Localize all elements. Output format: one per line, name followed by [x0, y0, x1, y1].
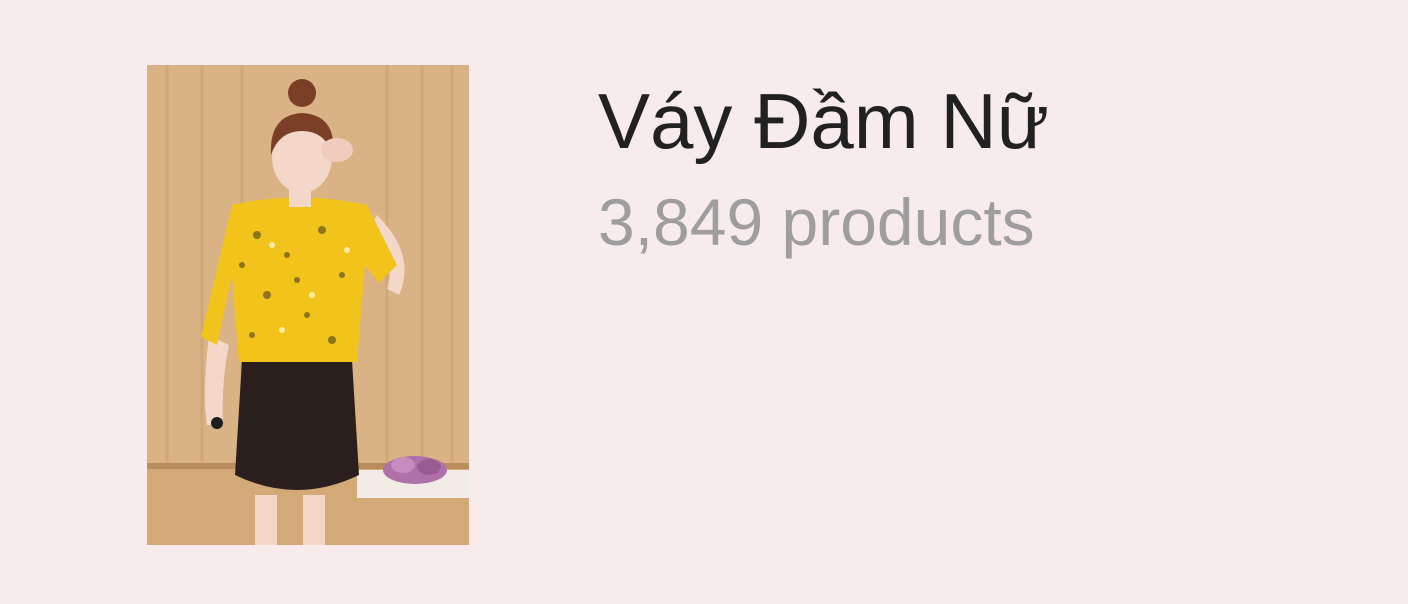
- product-count: 3,849 products: [598, 184, 1049, 260]
- category-photo-icon: [147, 65, 469, 545]
- category-title[interactable]: Váy Đầm Nữ: [598, 76, 1049, 166]
- product-count-unit: products: [781, 185, 1035, 259]
- category-card[interactable]: Váy Đầm Nữ 3,849 products: [0, 0, 1408, 604]
- category-info: Váy Đầm Nữ 3,849 products: [598, 76, 1049, 260]
- category-thumbnail[interactable]: [147, 65, 469, 545]
- product-count-value: 3,849: [598, 185, 764, 259]
